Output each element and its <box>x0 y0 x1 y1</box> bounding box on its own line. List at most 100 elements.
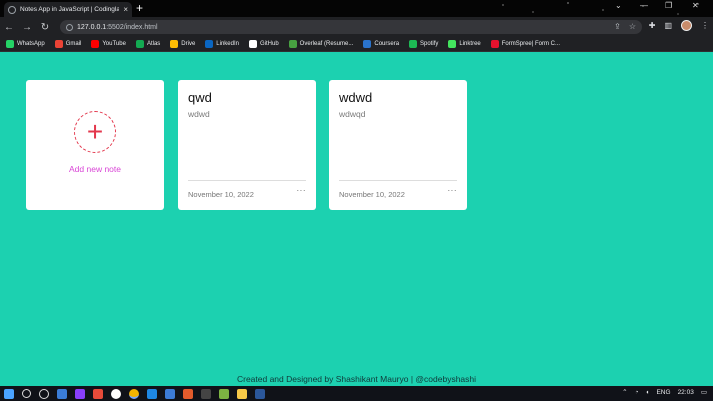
language-indicator[interactable]: ENG <box>656 389 670 396</box>
chevron-up-icon[interactable]: ⌃ <box>622 388 627 396</box>
chrome-icon[interactable] <box>129 388 139 399</box>
url-path: :5502/index.html <box>106 23 158 31</box>
browser-toolbar: ← → ↻ 127.0.0.1:5502/index.html ⇪ ☆ ✚ ▥ … <box>0 17 713 37</box>
app-icon[interactable] <box>237 388 247 399</box>
bookmark-favicon-icon <box>409 40 418 48</box>
bookmarks-bar: WhatsApp Gmail YouTube Atlas Drive LinkedIn Gi… <box>0 37 713 52</box>
globe-icon <box>8 5 16 14</box>
menu-icon[interactable]: ⋮ <box>701 21 709 30</box>
note-date: November 10, 2022 <box>188 190 254 199</box>
starfield-background <box>493 0 713 17</box>
bookmark-item[interactable]: GitHub <box>248 40 279 48</box>
bookmark-favicon-icon <box>54 40 63 48</box>
note-title: wdwd <box>339 90 373 105</box>
file-explorer-icon[interactable] <box>57 388 67 399</box>
bookmark-label: LinkedIn <box>216 41 239 47</box>
notifications-icon[interactable]: ▭ <box>701 388 707 396</box>
bookmark-item[interactable]: FormSpree| Form C... <box>490 40 560 48</box>
note-divider <box>339 180 457 181</box>
app-icon[interactable] <box>219 388 229 399</box>
bookmark-item[interactable]: Linktree <box>448 40 481 48</box>
bookmark-favicon-icon <box>363 40 372 48</box>
site-info-icon[interactable] <box>66 23 73 31</box>
maximize-icon[interactable]: ❐ <box>665 1 672 10</box>
note-body: wdwd <box>188 109 210 119</box>
bookmark-item[interactable]: Drive <box>170 40 195 48</box>
bookmark-label: Gmail <box>65 41 82 47</box>
clock[interactable]: 22:03 <box>678 389 694 396</box>
volume-icon[interactable]: ◖ <box>646 389 650 396</box>
browser-tab[interactable]: Notes App in JavaScript | Codinglab × <box>4 2 132 17</box>
bookmark-item[interactable]: Coursera <box>363 40 399 48</box>
add-note-label: Add new note <box>69 163 121 174</box>
bookmark-label: Atlas <box>146 41 161 47</box>
windows-taskbar: ⌃ ◔ ◖ ENG 22:03 ▭ <box>0 386 713 401</box>
url-host: 127.0.0.1 <box>77 23 107 31</box>
bookmark-item[interactable]: Spotify <box>409 40 438 48</box>
tab-search-icon[interactable]: ⌄ <box>615 1 622 10</box>
note-date: November 10, 2022 <box>339 190 405 199</box>
bookmark-favicon-icon <box>6 40 14 48</box>
add-note-plus-icon[interactable]: + <box>74 110 116 153</box>
forward-icon[interactable]: → <box>18 22 36 33</box>
app-icon[interactable] <box>183 388 193 399</box>
close-window-icon[interactable]: ✕ <box>692 1 699 10</box>
bookmark-item[interactable]: YouTube <box>91 40 126 48</box>
note-card[interactable]: wdwd wdwqd November 10, 2022 ··· <box>329 80 467 210</box>
extensions-icon[interactable]: ✚ <box>649 21 656 30</box>
bookmark-favicon-icon <box>170 40 179 48</box>
close-tab-icon[interactable]: × <box>123 5 128 14</box>
bookmark-favicon-icon <box>135 40 144 48</box>
bookmark-item[interactable]: Overleaf (Resume... <box>288 40 354 48</box>
bookmark-item[interactable]: LinkedIn <box>205 40 239 48</box>
bookmark-label: Spotify <box>420 41 439 47</box>
vscode-icon[interactable] <box>147 388 157 399</box>
search-icon[interactable] <box>22 389 31 398</box>
start-icon[interactable] <box>4 388 14 399</box>
bookmark-favicon-icon <box>448 40 457 48</box>
bookmark-favicon-icon <box>205 40 214 48</box>
share-icon[interactable]: ⇪ <box>614 22 621 31</box>
bookmark-label: Linktree <box>459 41 481 47</box>
bookmark-item[interactable]: WhatsApp <box>6 40 45 48</box>
footer-credit: Created and Designed by Shashikant Maury… <box>236 374 477 384</box>
app-icon[interactable] <box>165 388 175 399</box>
task-view-icon[interactable] <box>39 388 49 399</box>
network-icon[interactable]: ◔ <box>635 389 639 396</box>
bookmark-label: FormSpree| Form C... <box>501 41 560 47</box>
reload-icon[interactable]: ↻ <box>36 22 54 33</box>
app-icon[interactable] <box>75 388 85 399</box>
bookmark-label: Overleaf (Resume... <box>299 41 354 47</box>
bookmark-label: YouTube <box>102 41 126 47</box>
bookmark-label: GitHub <box>259 41 279 47</box>
note-card[interactable]: qwd wdwd November 10, 2022 ··· <box>178 80 316 210</box>
back-icon[interactable]: ← <box>0 22 18 33</box>
note-title: qwd <box>188 90 212 105</box>
note-menu-icon[interactable]: ··· <box>448 186 458 195</box>
side-panel-icon[interactable]: ▥ <box>664 21 672 30</box>
tab-strip: Notes App in JavaScript | Codinglab × + … <box>0 0 713 17</box>
bookmark-favicon-icon <box>91 40 100 48</box>
bookmark-favicon-icon <box>288 40 297 48</box>
bookmark-label: Coursera <box>374 41 400 47</box>
note-menu-icon[interactable]: ··· <box>297 186 307 195</box>
tab-title: Notes App in JavaScript | Codinglab <box>20 6 120 13</box>
url-text: 127.0.0.1:5502/index.html <box>77 24 158 31</box>
notes-page: + Add new note qwd wdwd November 10, 202… <box>0 53 713 386</box>
bookmark-label: WhatsApp <box>17 41 45 47</box>
address-bar[interactable]: 127.0.0.1:5502/index.html ⇪ ☆ <box>60 20 642 34</box>
profile-avatar[interactable] <box>681 20 692 31</box>
new-tab-button[interactable]: + <box>136 1 143 15</box>
bookmark-star-icon[interactable]: ☆ <box>629 22 636 31</box>
bookmark-item[interactable]: Gmail <box>54 40 82 48</box>
bookmark-item[interactable]: Atlas <box>135 40 161 48</box>
note-divider <box>188 180 306 181</box>
bookmark-favicon-icon <box>490 40 499 48</box>
app-icon[interactable] <box>201 388 211 399</box>
app-icon[interactable] <box>93 388 103 399</box>
system-tray: ⌃ ◔ ◖ ENG 22:03 ▭ <box>622 388 707 397</box>
app-icon[interactable] <box>111 388 121 399</box>
minimize-icon[interactable]: — <box>640 1 648 10</box>
word-icon[interactable] <box>255 388 265 399</box>
add-note-card[interactable]: + Add new note <box>26 80 164 210</box>
